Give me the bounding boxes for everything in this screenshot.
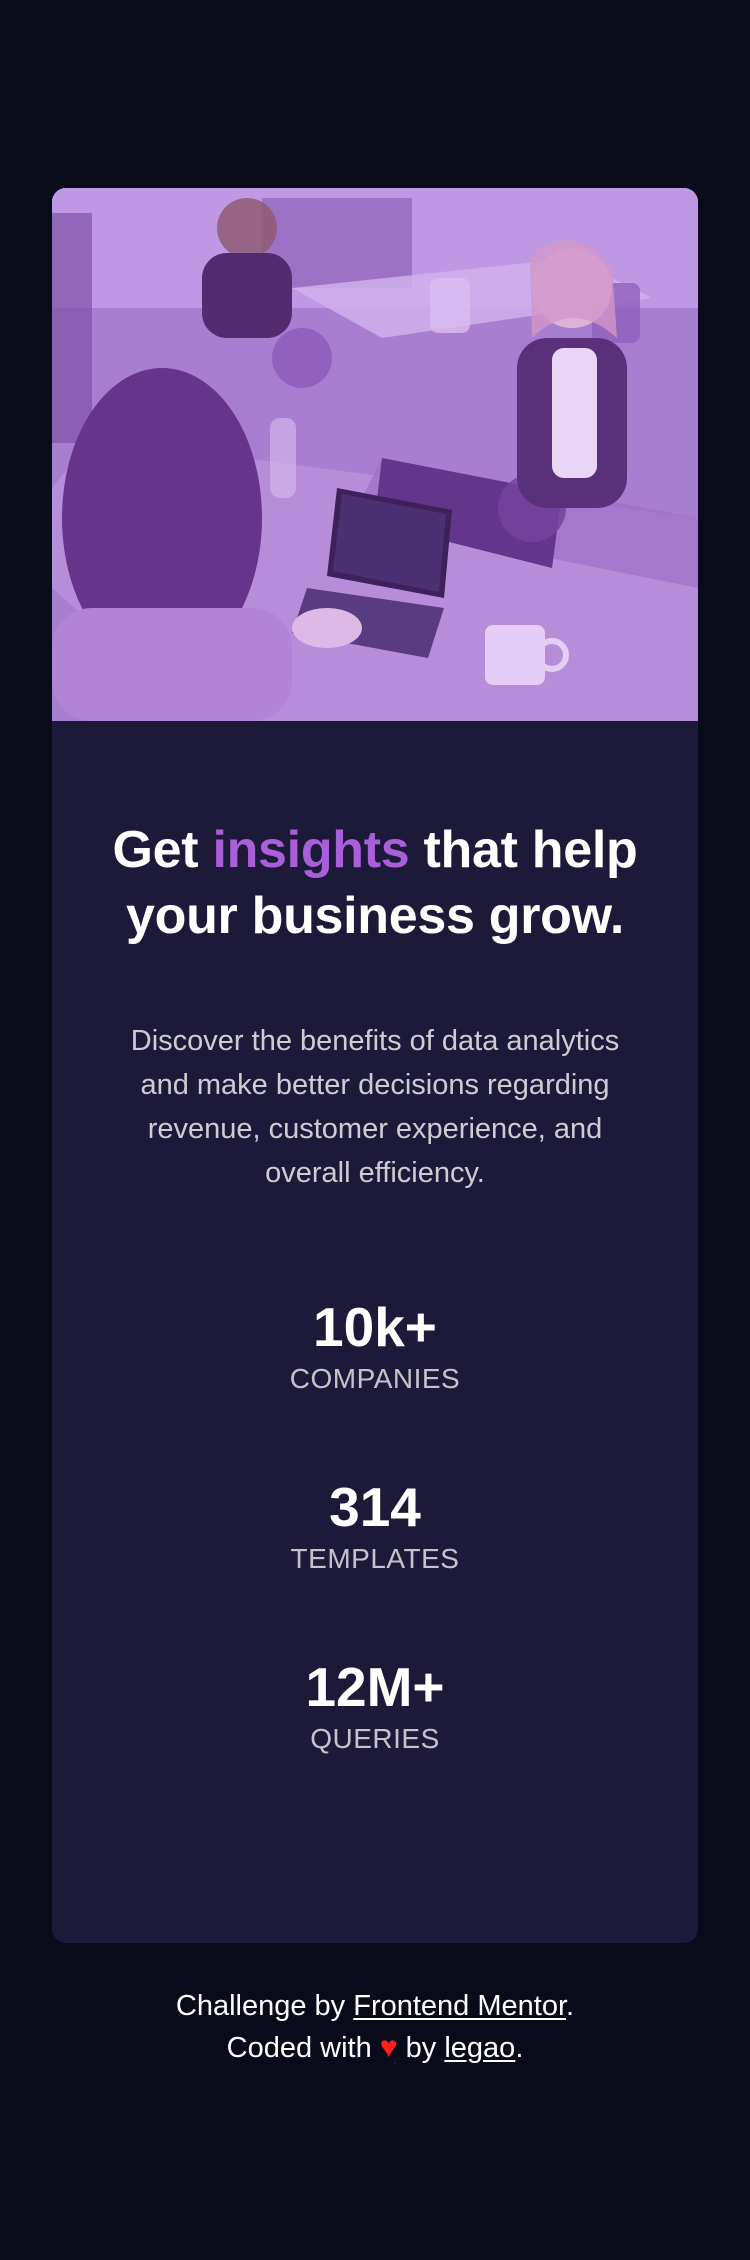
heart-icon: ♥ [379, 2031, 398, 2064]
stat-value: 10k+ [313, 1296, 437, 1358]
coded-with-suffix: . [515, 2032, 524, 2064]
attribution-suffix: . [566, 1990, 575, 2022]
attribution-prefix: Challenge by [175, 1990, 354, 2022]
stats-preview-card: Get insights that help your business gro… [52, 188, 698, 1943]
stat-label: COMPANIES [289, 1363, 461, 1394]
attribution-footer: Challenge by Frontend Mentor. Coded with… [0, 1985, 750, 2069]
author-link[interactable]: legao [444, 2032, 515, 2064]
attribution-line-1: Challenge by Frontend Mentor. [0, 1985, 750, 2027]
stat-templates: 314 TEMPLATES [112, 1477, 638, 1579]
stat-label: TEMPLATES [290, 1543, 460, 1574]
headline-accent: insights [212, 821, 410, 879]
stat-value: 12M+ [305, 1656, 445, 1718]
stat-queries: 12M+ QUERIES [112, 1657, 638, 1759]
card-content: Get insights that help your business gro… [52, 721, 698, 1759]
headline-part1: Get [112, 821, 213, 879]
hero-image [52, 188, 698, 721]
headline: Get insights that help your business gro… [112, 721, 638, 949]
description: Discover the benefits of data analytics … [130, 1025, 620, 1189]
stat-label: QUERIES [310, 1723, 440, 1754]
stat-companies: 10k+ COMPANIES [112, 1297, 638, 1399]
coded-with-prefix: Coded with [226, 2032, 380, 2064]
coded-with-mid: by [397, 2032, 445, 2064]
attribution-line-2: Coded with ♥ by legao. [0, 2027, 750, 2069]
stat-value: 314 [329, 1476, 421, 1538]
hero-color-overlay [52, 188, 698, 721]
frontend-mentor-link[interactable]: Frontend Mentor [353, 1990, 566, 2022]
stats-list: 10k+ COMPANIES 314 TEMPLATES 12M+ QUERIE… [112, 1297, 638, 1759]
